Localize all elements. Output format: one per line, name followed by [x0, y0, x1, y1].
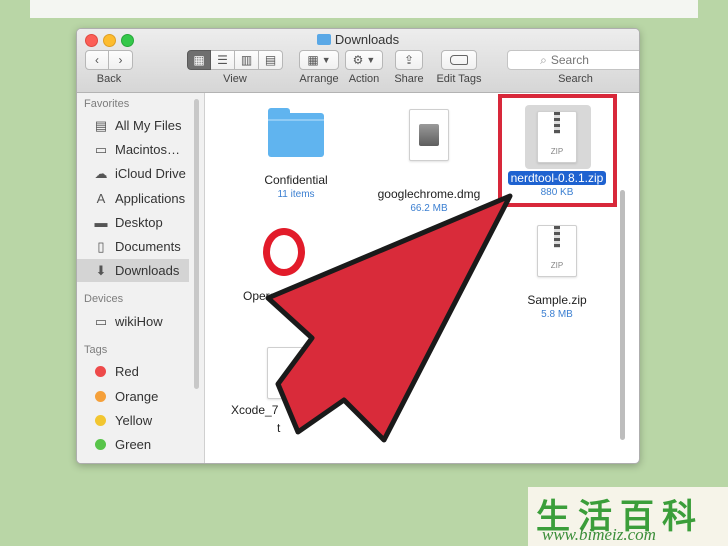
sidebar-item-all-my-files[interactable]: ▤ All My Files [77, 114, 189, 137]
back-label: Back [96, 73, 122, 85]
disk-icon: ▭ [94, 313, 108, 329]
cloud-icon: ☁ [94, 165, 108, 181]
yellow-tag-dot-icon [95, 415, 106, 426]
share-button[interactable]: ⇪ [395, 50, 423, 70]
file-item-opera[interactable]: Opera [229, 225, 349, 305]
watermark-url: www.bimeiz.com [542, 525, 656, 544]
list-view-button[interactable]: ☰ [211, 50, 235, 70]
grid-icon: ▦ [193, 53, 205, 67]
columns-icon: ▥ [240, 53, 253, 67]
search-input[interactable] [550, 53, 611, 67]
orange-tag-dot-icon [95, 391, 106, 402]
desktop-icon: ▬ [94, 215, 108, 230]
icon-view-button[interactable]: ▦ [187, 50, 211, 70]
coverflow-view-button[interactable]: ▤ [259, 50, 283, 70]
edit-tags-button[interactable] [441, 50, 477, 70]
sidebar-item-applications[interactable]: A Applications [77, 187, 189, 210]
view-group: ▦ ☰ ▥ ▤ [187, 50, 283, 70]
sidebar: Favorites ▤ All My Files ▭ Macintos… ☁ iClo… [77, 93, 205, 463]
toolbar: Downloads ‹ › Back ▦ ☰ ▥ ▤ View ▦ ▼ Arran… [77, 29, 639, 93]
gear-icon: ⚙ [352, 53, 364, 67]
coverflow-icon: ▤ [264, 53, 277, 67]
file-item-xcode[interactable]: Xcode_7 t [227, 347, 347, 437]
green-tag-dot-icon [95, 439, 106, 450]
red-tag-dot-icon [95, 366, 106, 377]
sidebar-tag-red[interactable]: Red [77, 360, 189, 383]
applications-icon: A [96, 191, 106, 206]
view-label: View [223, 73, 247, 85]
sidebar-item-documents[interactable]: ▯ Documents [77, 235, 189, 258]
sidebar-tag-yellow[interactable]: Yellow [77, 409, 189, 432]
tag-icon [450, 55, 468, 65]
sidebar-tag-green[interactable]: Green [77, 433, 189, 456]
forward-button[interactable]: › [109, 50, 133, 70]
chevron-down-icon: ▼ [366, 55, 376, 65]
chevron-right-icon: › [118, 53, 123, 67]
top-band [30, 0, 698, 18]
disk-image-icon [409, 109, 449, 161]
search-icon: ⌕ [540, 52, 547, 67]
action-button[interactable]: ⚙ ▼ [345, 50, 383, 70]
document-icon [267, 347, 307, 399]
content-scrollbar[interactable] [620, 190, 625, 440]
back-forward-group: ‹ › [85, 50, 133, 70]
sidebar-item-macintosh[interactable]: ▭ Macintos… [77, 138, 189, 161]
sidebar-item-wikihow[interactable]: ▭ wikiHow [77, 310, 189, 333]
file-item-confidential[interactable]: Confidential 11 items [236, 108, 356, 200]
list-icon: ☰ [217, 53, 228, 67]
action-label: Action [348, 73, 380, 85]
share-label: Share [394, 73, 424, 85]
sidebar-scrollbar[interactable] [194, 99, 199, 389]
search-label: Search [558, 73, 593, 85]
file-item-googlechrome-dmg[interactable]: googlechrome.dmg 66.2 MB [369, 109, 489, 214]
sidebar-item-icloud-drive[interactable]: ☁ iCloud Drive [77, 162, 189, 185]
share-icon: ⇪ [403, 53, 415, 67]
zip-file-icon: ZIP [537, 225, 577, 277]
search-field[interactable]: ⌕ [507, 50, 639, 70]
chevron-down-icon: ▼ [321, 55, 331, 65]
sidebar-tag-orange[interactable]: Orange [77, 385, 189, 408]
opera-app-icon [260, 225, 318, 283]
highlight-box [498, 94, 617, 207]
column-view-button[interactable]: ▥ [235, 50, 259, 70]
window-title: Downloads [77, 32, 639, 47]
watermark: 生活百科 www.bimeiz.com [528, 487, 728, 546]
arrange-button[interactable]: ▦ ▼ [299, 50, 339, 70]
arrange-icon: ▦ [307, 53, 319, 67]
sidebar-item-downloads[interactable]: ⬇ Downloads [77, 259, 189, 282]
folder-icon [316, 34, 331, 45]
documents-icon: ▯ [97, 238, 105, 254]
back-button[interactable]: ‹ [85, 50, 109, 70]
folder-icon [268, 108, 324, 157]
favorites-header: Favorites [84, 98, 130, 110]
chevron-left-icon: ‹ [95, 53, 99, 67]
edit-tags-label: Edit Tags [436, 73, 482, 85]
hard-drive-icon: ▭ [94, 141, 108, 157]
file-item-sample-zip[interactable]: ZIP Sample.zip 5.8 MB [497, 225, 617, 320]
sidebar-item-desktop[interactable]: ▬ Desktop [77, 211, 189, 234]
all-files-icon: ▤ [94, 117, 108, 133]
arrange-label: Arrange [299, 73, 339, 85]
devices-header: Devices [84, 293, 124, 305]
tags-header: Tags [84, 344, 108, 356]
downloads-icon: ⬇ [95, 262, 107, 278]
